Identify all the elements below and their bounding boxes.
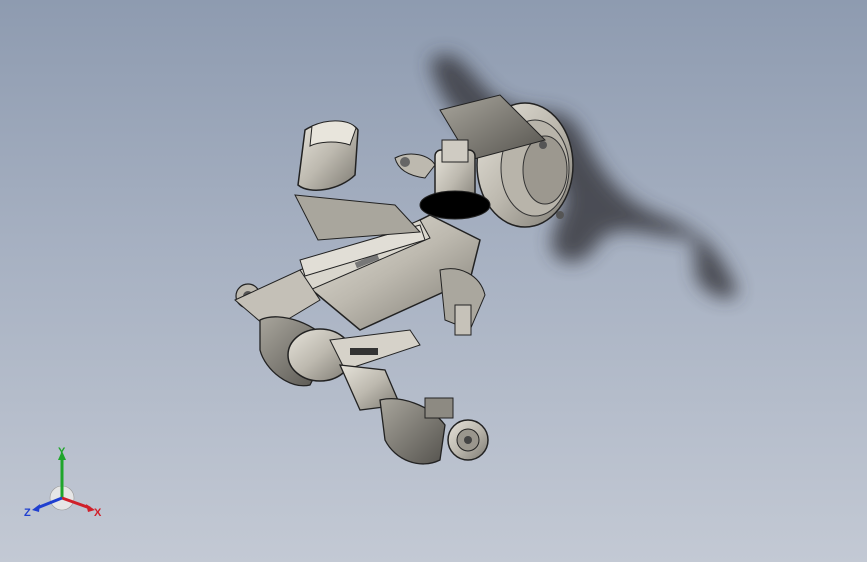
model-shadow: [430, 54, 738, 299]
x-axis-label: X: [94, 507, 102, 519]
sensor-housing: [294, 120, 422, 241]
y-axis-label: Y: [58, 446, 66, 458]
axis-triad: Y X Z: [24, 446, 102, 519]
robot-arm-model[interactable]: [0, 0, 867, 562]
z-axis-label: Z: [24, 507, 31, 519]
cad-viewport[interactable]: Y X Z: [0, 0, 867, 562]
wrist-end-effector: [338, 364, 489, 465]
z-axis-arrow: [32, 504, 40, 512]
